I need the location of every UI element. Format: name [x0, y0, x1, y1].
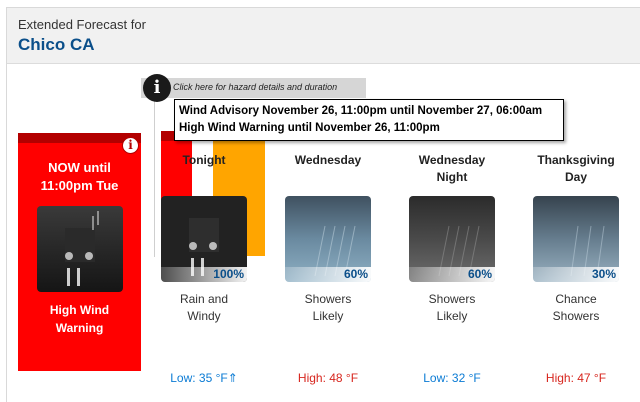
- period-name-line2: Day: [564, 170, 587, 184]
- period-name: Tonight: [149, 152, 259, 169]
- now-description: High Wind Warning: [18, 301, 141, 337]
- short-line1: Showers: [428, 292, 476, 306]
- period-name: Wednesday: [273, 152, 383, 169]
- hazard-details-tab[interactable]: Click here for hazard details and durati…: [141, 78, 366, 98]
- header-subtitle: Extended Forecast for: [18, 17, 146, 32]
- showers-icon: 60%: [285, 196, 371, 282]
- short-forecast: Showers Likely: [397, 291, 507, 325]
- temperature: Low: 35 °F⇑: [170, 371, 238, 385]
- period-wednesday[interactable]: Wednesday 60% Showers Likely High: 48 °F: [273, 152, 383, 392]
- short-line2: Likely: [312, 309, 344, 323]
- period-thanksgiving-day[interactable]: Thanksgiving Day 30% Chance Showers High…: [521, 152, 631, 392]
- now-title-line1: NOW until: [48, 160, 111, 175]
- period-name: Wednesday Night: [397, 152, 507, 186]
- temperature: Low: 32 °F: [423, 371, 481, 385]
- info-icon[interactable]: i: [122, 137, 139, 154]
- short-line2: Showers: [552, 309, 600, 323]
- short-forecast: Chance Showers: [521, 291, 631, 325]
- hazard-popup: Wind Advisory November 26, 11:00pm until…: [174, 99, 564, 141]
- night-rain-icon: [37, 206, 123, 292]
- pop-value: 60%: [285, 267, 371, 282]
- hazard-tab-label: Click here for hazard details and durati…: [173, 82, 338, 92]
- hazard-connector: [154, 100, 155, 257]
- short-line1: Chance: [555, 292, 597, 306]
- pop-value: 30%: [533, 267, 619, 282]
- night-rain-icon: 100%: [161, 196, 247, 282]
- now-title-line2: 11:00pm Tue: [40, 178, 119, 193]
- period-name: Thanksgiving Day: [521, 152, 631, 186]
- info-icon[interactable]: i: [143, 74, 171, 102]
- now-title: NOW until 11:00pm Tue: [18, 159, 141, 195]
- period-name-line1: Thanksgiving: [537, 153, 615, 167]
- period-name-line1: Wednesday: [294, 153, 362, 167]
- now-hazard-panel[interactable]: i NOW until 11:00pm Tue High Wind Warnin…: [18, 133, 141, 371]
- hazard-line-warning[interactable]: High Wind Warning until November 26, 11:…: [179, 122, 440, 134]
- now-desc-line1: High Wind: [49, 303, 110, 317]
- panel-header: Extended Forecast for Chico CA: [7, 8, 640, 64]
- pop-value: 100%: [161, 267, 247, 282]
- period-wednesday-night[interactable]: Wednesday Night 60% Showers Likely Low: …: [397, 152, 507, 392]
- pop-value: 60%: [409, 267, 495, 282]
- now-desc-line2: Warning: [55, 321, 104, 335]
- short-forecast: Rain and Windy: [149, 291, 259, 325]
- temperature: High: 48 °F: [297, 371, 359, 385]
- temperature: High: 47 °F: [545, 371, 607, 385]
- hazard-line-advisory[interactable]: Wind Advisory November 26, 11:00pm until…: [179, 105, 542, 117]
- period-name-line1: Tonight: [182, 153, 226, 167]
- short-forecast: Showers Likely: [273, 291, 383, 325]
- short-line2: Likely: [436, 309, 468, 323]
- short-line2: Windy: [187, 309, 221, 323]
- period-name-line1: Wednesday: [418, 153, 486, 167]
- location-title: Chico CA: [18, 35, 95, 54]
- night-showers-icon: 60%: [409, 196, 495, 282]
- short-line1: Showers: [304, 292, 352, 306]
- period-tonight[interactable]: Tonight 100% Rain and Windy Low: 35 °F⇑: [149, 152, 259, 392]
- short-line1: Rain and: [179, 292, 229, 306]
- period-name-line2: Night: [436, 170, 468, 184]
- chance-showers-icon: 30%: [533, 196, 619, 282]
